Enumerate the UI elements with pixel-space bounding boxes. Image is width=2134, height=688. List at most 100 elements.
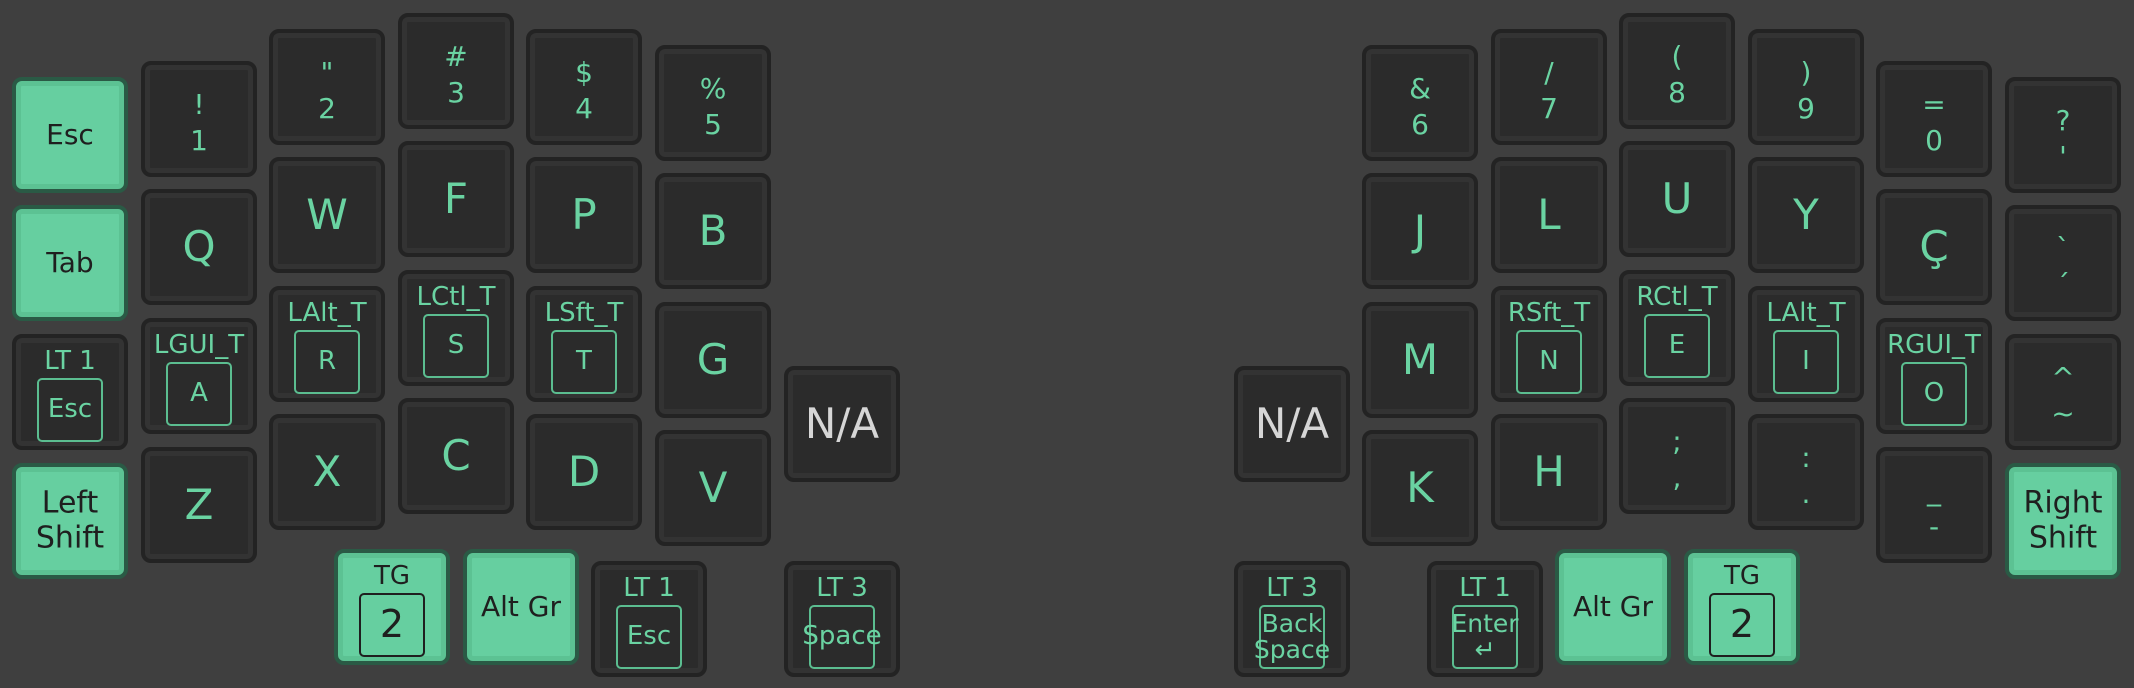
key-e[interactable]: RCtl_T E xyxy=(1619,270,1735,386)
key-left-shift[interactable]: Left Shift xyxy=(12,463,128,579)
key-label: B xyxy=(698,206,728,255)
key-hold-label: RCtl_T xyxy=(1636,282,1718,312)
key-a[interactable]: LGUI_T A xyxy=(141,318,257,434)
key-tg2-left[interactable]: TG 2 xyxy=(334,549,450,665)
key-1[interactable]: ! 1 xyxy=(141,61,257,177)
key-base-label: 6 xyxy=(1411,108,1429,141)
key-l[interactable]: L xyxy=(1491,157,1607,273)
key-k[interactable]: K xyxy=(1362,430,1478,546)
key-label: P xyxy=(571,190,597,239)
key-shift-label: ? xyxy=(2055,104,2071,137)
key-label: Alt Gr xyxy=(480,590,562,623)
key-hold-label: LAlt_T xyxy=(1766,298,1846,328)
key-label: J xyxy=(1413,206,1427,255)
key-na-left[interactable]: N/A xyxy=(784,366,900,482)
key-5[interactable]: % 5 xyxy=(655,45,771,161)
key-6[interactable]: & 6 xyxy=(1362,45,1478,161)
key-base-label: , xyxy=(1672,461,1682,494)
key-i[interactable]: LAlt_T I xyxy=(1748,286,1864,402)
key-0[interactable]: = 0 xyxy=(1876,61,1992,177)
keymap-board: Esc Tab LT 1 Esc Left Shift ! 1 Q LGUI_T A … xyxy=(0,0,2134,688)
key-colon[interactable]: :. xyxy=(1748,414,1864,530)
key-j[interactable]: J xyxy=(1362,173,1478,289)
key-v[interactable]: V xyxy=(655,430,771,546)
key-label: F xyxy=(443,174,469,223)
key-t[interactable]: LSft_T T xyxy=(526,286,642,402)
key-base-label: 7 xyxy=(1540,92,1558,125)
key-hold-label: LT 3 xyxy=(1266,573,1318,603)
key-shift-label: ; xyxy=(1672,425,1682,458)
key-shift-label: & xyxy=(1409,72,1431,105)
key-tap-label: S xyxy=(423,314,489,378)
key-base-label: 1 xyxy=(190,124,208,157)
key-d[interactable]: D xyxy=(526,414,642,530)
key-na-right[interactable]: N/A xyxy=(1234,366,1350,482)
key-question[interactable]: ? ' xyxy=(2005,77,2121,193)
key-9[interactable]: ) 9 xyxy=(1748,29,1864,145)
key-label: V xyxy=(698,463,728,512)
key-right-shift[interactable]: Right Shift xyxy=(2005,463,2121,579)
key-base-label: ´ xyxy=(2056,268,2070,301)
key-label: H xyxy=(1533,447,1565,496)
key-lt1-esc-thumb[interactable]: LT 1 Esc xyxy=(591,561,707,677)
key-h[interactable]: H xyxy=(1491,414,1607,530)
key-hold-label: LT 1 xyxy=(44,346,96,376)
key-semicolon[interactable]: ;, xyxy=(1619,398,1735,514)
key-3[interactable]: #3 xyxy=(398,13,514,129)
key-p[interactable]: P xyxy=(526,157,642,273)
key-base-label: 9 xyxy=(1797,92,1815,125)
key-underscore[interactable]: _ - xyxy=(1876,447,1992,563)
key-g[interactable]: G xyxy=(655,302,771,418)
key-7[interactable]: /7 xyxy=(1491,29,1607,145)
key-shift-label: " xyxy=(320,56,334,89)
key-esc[interactable]: Esc xyxy=(12,77,128,193)
key-tap-label: A xyxy=(166,362,232,426)
key-hold-label: RSft_T xyxy=(1507,298,1591,328)
key-shift-label: = xyxy=(1922,88,1946,121)
key-4[interactable]: $4 xyxy=(526,29,642,145)
key-altgr-left[interactable]: Alt Gr xyxy=(463,549,579,665)
key-u[interactable]: U xyxy=(1619,141,1735,257)
key-label: N/A xyxy=(804,399,880,448)
key-2[interactable]: " 2 xyxy=(269,29,385,145)
key-altgr-right[interactable]: Alt Gr xyxy=(1555,549,1671,665)
key-base-label: ~ xyxy=(2051,397,2075,430)
key-lt3-backspace[interactable]: LT 3 Back Space xyxy=(1234,561,1350,677)
key-y[interactable]: Y xyxy=(1748,157,1864,273)
key-w[interactable]: W xyxy=(269,157,385,273)
key-tab[interactable]: Tab xyxy=(12,205,128,321)
key-shift-label: ! xyxy=(193,88,205,121)
key-z[interactable]: Z xyxy=(141,447,257,563)
key-tg2-right[interactable]: TG 2 xyxy=(1684,549,1800,665)
key-shift-label: % xyxy=(699,72,727,105)
key-grave[interactable]: ` ´ xyxy=(2005,205,2121,321)
key-label: Ç xyxy=(1919,222,1949,271)
key-base-label: ' xyxy=(2059,140,2067,173)
key-o[interactable]: RGUI_T O xyxy=(1876,318,1992,434)
key-lt3-space[interactable]: LT 3 Space xyxy=(784,561,900,677)
key-shift-label: $ xyxy=(575,56,593,89)
key-base-label: - xyxy=(1928,510,1940,543)
key-tap-label: O xyxy=(1901,362,1967,426)
key-x[interactable]: X xyxy=(269,414,385,530)
key-base-label: 3 xyxy=(447,76,465,109)
key-b[interactable]: B xyxy=(655,173,771,289)
key-label: U xyxy=(1661,174,1693,223)
key-8[interactable]: (8 xyxy=(1619,13,1735,129)
key-f[interactable]: F xyxy=(398,141,514,257)
key-tap-label: T xyxy=(551,330,617,394)
key-r[interactable]: LAlt_T R xyxy=(269,286,385,402)
key-lt1-enter[interactable]: LT 1 Enter ↵ xyxy=(1427,561,1543,677)
key-caret[interactable]: ^ ~ xyxy=(2005,334,2121,450)
key-c[interactable]: C xyxy=(398,398,514,514)
key-s[interactable]: LCtl_T S xyxy=(398,270,514,386)
key-m[interactable]: M xyxy=(1362,302,1478,418)
key-q[interactable]: Q xyxy=(141,189,257,305)
key-label: Y xyxy=(1793,190,1819,239)
key-c-cedilla[interactable]: Ç xyxy=(1876,189,1992,305)
key-base-label: 2 xyxy=(318,92,336,125)
key-label: Right Shift xyxy=(2023,485,2103,555)
key-tap-label: Esc xyxy=(37,378,103,442)
key-n[interactable]: RSft_T N xyxy=(1491,286,1607,402)
key-lt1-esc[interactable]: LT 1 Esc xyxy=(12,334,128,450)
